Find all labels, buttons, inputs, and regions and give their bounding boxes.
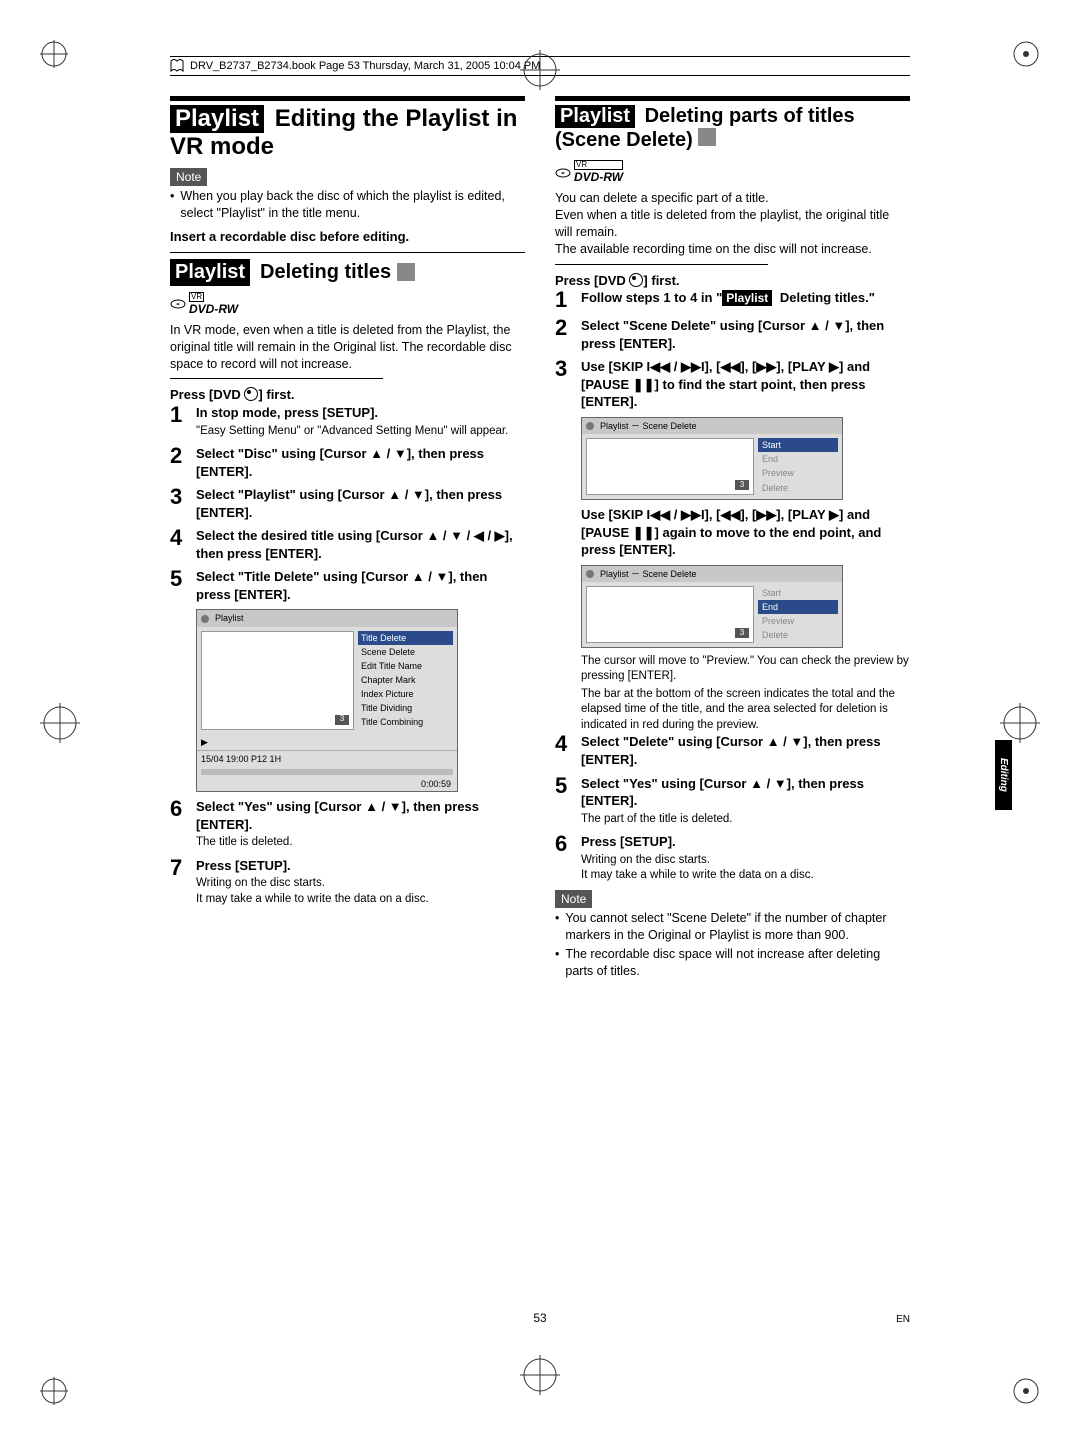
playlist-tag: Playlist: [170, 259, 250, 286]
book-icon: [170, 59, 184, 73]
registration-mark-icon: [520, 1355, 560, 1395]
steps-list-cont: 6Select "Yes" using [Cursor ▲ / ▼], then…: [170, 798, 525, 907]
dvd-button-icon: [629, 273, 643, 287]
steps-list: 1Follow steps 1 to 4 in "Playlist Deleti…: [555, 289, 910, 411]
registration-mark-icon: [40, 703, 80, 743]
insert-disc-instruction: Insert a recordable disc before editing.: [170, 228, 525, 246]
registration-mark-icon: [1000, 703, 1040, 743]
scene-delete-screenshot-2: Playlist － Scene Delete 3 Start End Prev…: [581, 565, 843, 648]
disc-icon: [170, 296, 186, 312]
note-bullet: When you play back the disc of which the…: [170, 188, 525, 222]
crop-mark-icon: [40, 1377, 68, 1405]
playlist-tag: Playlist: [555, 105, 635, 128]
disc-icon: [586, 422, 594, 430]
section-tab: Editing: [995, 740, 1012, 810]
playlist-tag: Playlist: [170, 105, 264, 133]
crop-mark-icon: [1012, 1377, 1040, 1405]
section-title: Playlist Deleting parts of titles (Scene…: [555, 105, 910, 152]
intro-text: In VR mode, even when a title is deleted…: [170, 322, 525, 373]
disc-icon: [586, 570, 594, 578]
note-label: Note: [170, 168, 207, 186]
registration-mark-icon: [520, 50, 560, 90]
steps-list: 1In stop mode, press [SETUP]."Easy Setti…: [170, 404, 525, 603]
note-bullet: The recordable disc space will not incre…: [555, 946, 910, 980]
page-number: 53: [533, 1311, 546, 1325]
disc-icon: [555, 165, 571, 181]
dvd-button-icon: [244, 387, 258, 401]
mid-instruction: Use [SKIP I◀◀ / ▶▶I], [◀◀], [▶▶], [PLAY …: [581, 506, 910, 559]
press-dvd-instruction: Press [DVD ] first.: [170, 385, 525, 404]
reference-square-icon: [698, 128, 716, 146]
dvd-rw-badge: VR DVD-RW: [170, 292, 238, 317]
crop-mark-icon: [1012, 40, 1040, 68]
left-column: Playlist Editing the Playlist in VR mode…: [170, 96, 525, 981]
right-column: Playlist Deleting parts of titles (Scene…: [555, 96, 910, 981]
section-title: Playlist Editing the Playlist in VR mode: [170, 105, 525, 160]
header-text: DRV_B2737_B2734.book Page 53 Thursday, M…: [190, 60, 540, 72]
playlist-menu-screenshot: Playlist 3 Title Delete Scene Delete Edi…: [196, 609, 458, 792]
dvd-rw-badge: VR DVD-RW: [555, 160, 623, 185]
disc-icon: [201, 615, 209, 623]
page-language: EN: [896, 1314, 910, 1325]
press-dvd-instruction: Press [DVD ] first.: [555, 271, 910, 290]
scene-delete-screenshot-1: Playlist － Scene Delete 3 Start End Prev…: [581, 417, 843, 500]
manual-page: DRV_B2737_B2734.book Page 53 Thursday, M…: [0, 0, 1080, 1445]
steps-list-cont: 4Select "Delete" using [Cursor ▲ / ▼], t…: [555, 733, 910, 883]
note-label: Note: [555, 890, 592, 908]
crop-mark-icon: [40, 40, 68, 68]
note-bullet: You cannot select "Scene Delete" if the …: [555, 910, 910, 944]
subsection-title: Playlist Deleting titles: [170, 259, 525, 286]
reference-square-icon: [397, 263, 415, 281]
menu-list: Title Delete Scene Delete Edit Title Nam…: [358, 631, 453, 730]
